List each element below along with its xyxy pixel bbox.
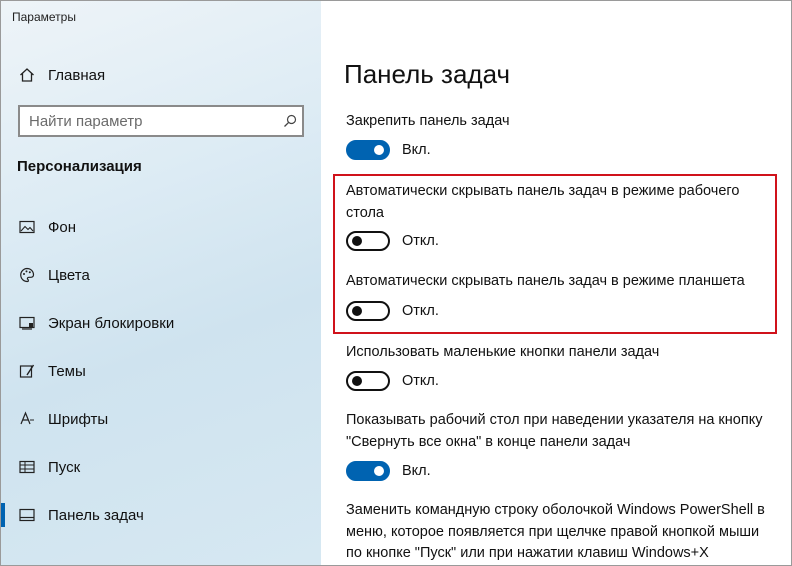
toggle-knob xyxy=(374,466,384,476)
toggle-knob xyxy=(352,376,362,386)
sidebar: Параметры Главная Персонализация Фон Цв xyxy=(1,1,321,565)
sidebar-item-label: Цвета xyxy=(48,266,90,284)
sidebar-item-fonts[interactable]: Шрифты xyxy=(1,399,321,439)
toggle-state-label: Откл. xyxy=(402,373,439,389)
sidebar-item-label: Экран блокировки xyxy=(48,314,175,332)
toggle-state-label: Вкл. xyxy=(402,463,431,479)
setting-autohide-tablet-label: Автоматически скрывать панель задач в ре… xyxy=(346,273,745,289)
small-buttons-toggle[interactable] xyxy=(346,371,390,391)
palette-icon xyxy=(17,265,37,285)
toggle-knob xyxy=(374,145,384,155)
setting-peek-desktop-toggle-row[interactable]: Вкл. xyxy=(346,461,431,481)
search-icon[interactable] xyxy=(278,114,302,128)
image-icon xyxy=(17,217,37,237)
setting-autohide-desktop-toggle-row[interactable]: Откл. xyxy=(346,231,439,251)
sidebar-item-lock-screen[interactable]: Экран блокировки xyxy=(1,303,321,343)
sidebar-item-start[interactable]: Пуск xyxy=(1,447,321,487)
sidebar-item-themes[interactable]: Темы xyxy=(1,351,321,391)
taskbar-icon xyxy=(17,505,37,525)
sidebar-item-home[interactable]: Главная xyxy=(1,55,321,95)
sidebar-item-label: Пуск xyxy=(48,458,81,476)
toggle-state-label: Откл. xyxy=(402,303,439,319)
home-icon xyxy=(17,65,37,85)
setting-autohide-desktop-label: Автоматически скрывать панель задач в ре… xyxy=(346,183,740,221)
toggle-knob xyxy=(352,236,362,246)
toggle-state-label: Вкл. xyxy=(402,142,431,158)
sidebar-item-colors[interactable]: Цвета xyxy=(1,255,321,295)
sidebar-item-label: Фон xyxy=(48,218,77,236)
sidebar-item-taskbar[interactable]: Панель задач xyxy=(1,495,321,535)
page-title: Панель задач xyxy=(344,59,511,89)
sidebar-item-label: Панель задач xyxy=(48,506,144,524)
section-title: Персонализация xyxy=(17,158,142,175)
sidebar-item-label: Шрифты xyxy=(48,410,109,428)
setting-autohide-tablet-toggle-row[interactable]: Откл. xyxy=(346,301,439,321)
lock-taskbar-toggle[interactable] xyxy=(346,140,390,160)
settings-window: Параметры Главная Персонализация Фон Цв xyxy=(0,0,792,566)
toggle-knob xyxy=(352,306,362,316)
setting-small-buttons-toggle-row[interactable]: Откл. xyxy=(346,371,439,391)
sidebar-item-label: Главная xyxy=(48,66,106,84)
autohide-desktop-toggle[interactable] xyxy=(346,231,390,251)
peek-desktop-toggle[interactable] xyxy=(346,461,390,481)
main-content: Панель задач Закрепить панель задач Вкл.… xyxy=(321,1,791,565)
search-box xyxy=(18,105,304,137)
toggle-state-label: Откл. xyxy=(402,233,439,249)
lock-screen-icon xyxy=(17,313,37,333)
setting-powershell-label: Заменить командную строку оболочкой Wind… xyxy=(346,502,765,561)
autohide-tablet-toggle[interactable] xyxy=(346,301,390,321)
themes-icon xyxy=(17,361,37,381)
fonts-icon xyxy=(17,409,37,429)
sidebar-item-label: Темы xyxy=(48,362,86,380)
setting-peek-desktop-label: Показывать рабочий стол при наведении ук… xyxy=(346,412,763,450)
sidebar-item-background[interactable]: Фон xyxy=(1,207,321,247)
setting-small-buttons-label: Использовать маленькие кнопки панели зад… xyxy=(346,344,660,360)
setting-lock-taskbar-label: Закрепить панель задач xyxy=(346,113,510,129)
window-title: Параметры xyxy=(12,10,76,24)
start-icon xyxy=(17,457,37,477)
setting-lock-taskbar-toggle-row[interactable]: Вкл. xyxy=(346,140,431,160)
search-input[interactable] xyxy=(20,106,278,136)
